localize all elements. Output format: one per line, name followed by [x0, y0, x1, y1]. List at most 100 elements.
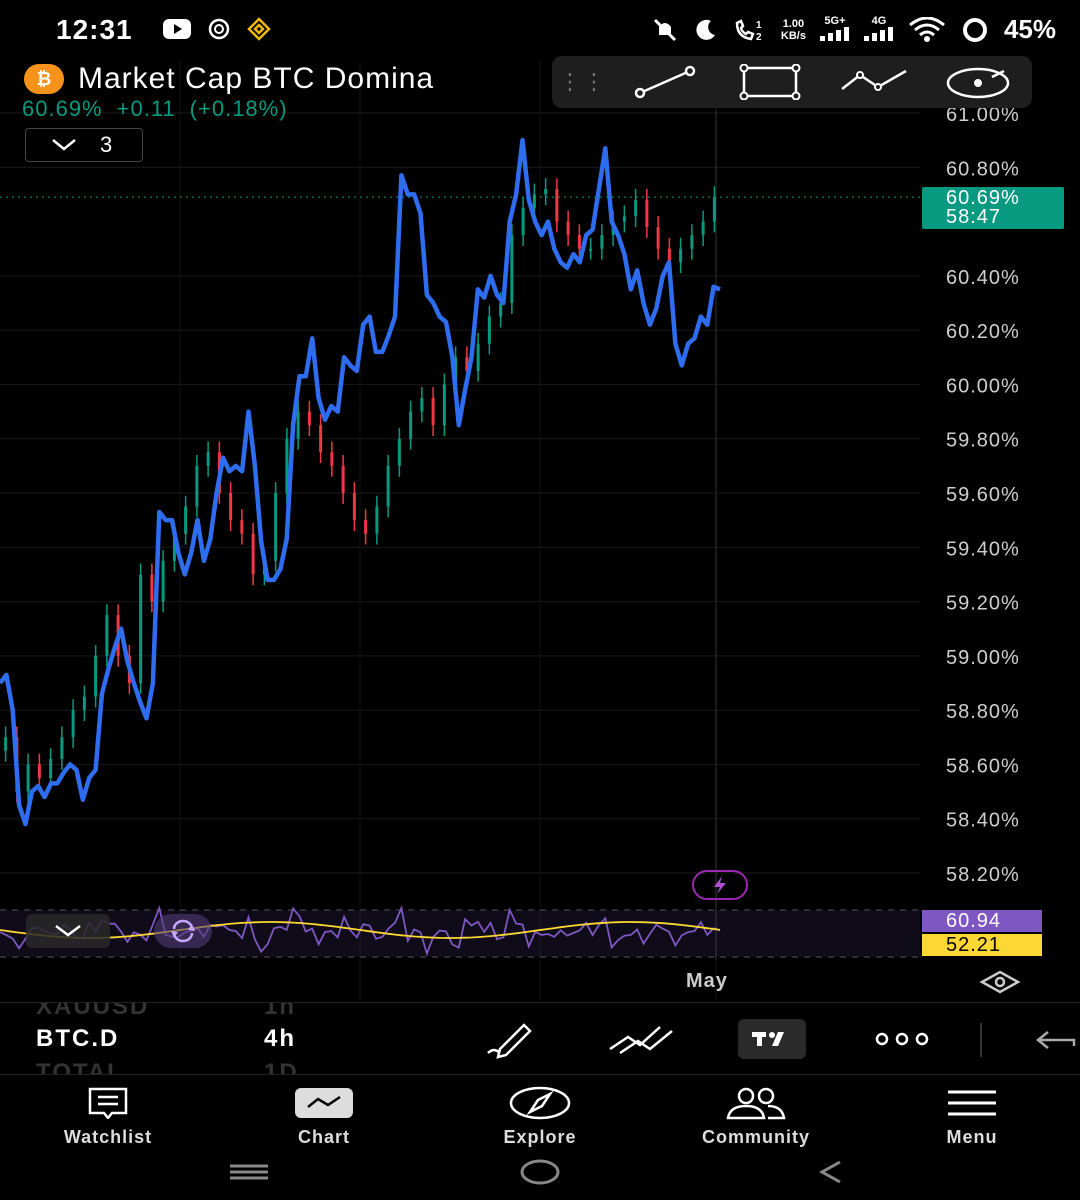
- candle-body: [330, 452, 334, 466]
- price-axis-label: 60.80%: [946, 158, 1020, 180]
- candle-body: [150, 574, 154, 602]
- nav-menu[interactable]: Menu: [864, 1075, 1080, 1154]
- indicators-collapse-button[interactable]: 3: [25, 128, 143, 162]
- candle-body: [442, 384, 446, 426]
- price-axis-label: 58.60%: [946, 755, 1020, 777]
- candle-body: [240, 520, 244, 534]
- price-summary: 60.69% +0.11 (+0.18%): [22, 96, 302, 122]
- lightning-button[interactable]: [692, 870, 748, 900]
- nav-label: Community: [702, 1127, 810, 1147]
- brush-icon[interactable]: [926, 56, 1030, 108]
- more-icon[interactable]: [874, 1019, 930, 1059]
- price-axis-label: 58.20%: [946, 864, 1020, 886]
- candle-body: [589, 248, 593, 251]
- current-symbol[interactable]: BTC.D: [36, 1025, 119, 1053]
- nav-label: Explore: [503, 1127, 577, 1147]
- undo-icon[interactable]: [1034, 1019, 1080, 1059]
- drag-handle-icon[interactable]: ⋮⋮: [552, 69, 614, 95]
- candle-body: [82, 696, 86, 711]
- bar-countdown: 58:47: [946, 206, 1002, 228]
- next-interval[interactable]: 1D: [264, 1059, 299, 1074]
- candle-body: [701, 221, 705, 236]
- rsi-value-tag: 60.94: [922, 910, 1042, 932]
- candle-body: [487, 316, 491, 344]
- candle-body: [577, 235, 581, 249]
- indicators-icon[interactable]: [606, 1019, 676, 1059]
- path-icon[interactable]: [822, 56, 926, 108]
- candle-body: [600, 235, 604, 249]
- last-price-tag: 60.69% 58:47: [922, 187, 1064, 229]
- candle-body: [622, 216, 626, 222]
- sync-button[interactable]: [154, 914, 212, 948]
- candle-body: [555, 189, 559, 222]
- price-axis-label: 58.40%: [946, 810, 1020, 832]
- candle-body: [397, 438, 401, 466]
- bookmark-icon: [88, 1087, 128, 1119]
- home-icon[interactable]: [520, 1159, 560, 1185]
- candle-body: [206, 452, 210, 466]
- price-chart[interactable]: 61.00%60.80%60.40%60.20%60.00%59.80%59.6…: [0, 0, 1080, 1000]
- nav-explore[interactable]: Explore: [432, 1075, 648, 1154]
- candle-body: [49, 759, 53, 778]
- symbol-header[interactable]: ₿ Market Cap BTC Domina: [24, 62, 434, 96]
- candle-body: [184, 506, 188, 534]
- candle-body: [499, 303, 503, 317]
- price-axis-label: 59.40%: [946, 538, 1020, 560]
- trend-line-icon[interactable]: [614, 56, 718, 108]
- candle-body: [296, 411, 300, 439]
- back-icon[interactable]: [818, 1160, 841, 1184]
- candle-body: [532, 194, 536, 208]
- next-symbol[interactable]: TOTAL: [36, 1059, 124, 1074]
- current-interval[interactable]: 4h: [264, 1025, 296, 1053]
- candle-body: [307, 411, 311, 426]
- candle-body: [712, 197, 716, 222]
- indicator-chips: [26, 914, 212, 948]
- candle-body: [679, 248, 683, 263]
- candle-body: [566, 221, 570, 236]
- candle-body: [420, 398, 424, 412]
- candle-body: [375, 506, 379, 534]
- candle-body: [60, 737, 64, 759]
- nav-label: Menu: [946, 1127, 998, 1147]
- candle-body: [521, 208, 525, 236]
- price-change-percent: (+0.18%): [189, 96, 288, 121]
- prev-symbol[interactable]: XAUUSD: [36, 1003, 149, 1021]
- nav-community[interactable]: Community: [648, 1075, 864, 1154]
- last-price: 60.69%: [22, 96, 103, 121]
- nav-watchlist[interactable]: Watchlist: [0, 1075, 216, 1154]
- candle-body: [139, 574, 143, 683]
- price-axis-label: 60.40%: [946, 267, 1020, 289]
- collapse-panel-button[interactable]: [26, 914, 110, 948]
- collapsed-count: 3: [100, 132, 113, 157]
- price-axis-label: 60.00%: [946, 375, 1020, 397]
- candle-body: [634, 199, 638, 217]
- bitcoin-icon: ₿: [24, 64, 64, 94]
- strip-divider: [980, 1023, 982, 1057]
- symbol-switcher[interactable]: XAUUSD 1h BTC.D 4h TOTAL 1D: [0, 1002, 1080, 1074]
- rectangle-icon[interactable]: [718, 56, 822, 108]
- sync-icon: [171, 919, 195, 943]
- recents-icon[interactable]: [230, 1164, 268, 1180]
- price-change: +0.11: [116, 96, 176, 121]
- tradingview-icon[interactable]: [738, 1019, 806, 1059]
- android-nav: [230, 1159, 841, 1185]
- candle-body: [274, 493, 278, 561]
- prev-interval[interactable]: 1h: [264, 1003, 296, 1021]
- price-axis-label: 59.00%: [946, 647, 1020, 669]
- candle-body: [645, 199, 649, 227]
- rsi-ma-value-tag: 52.21: [922, 934, 1042, 956]
- pencil-icon[interactable]: [484, 1019, 540, 1059]
- price-axis-label: 59.80%: [946, 430, 1020, 452]
- candle-body: [37, 764, 41, 778]
- nav-chart[interactable]: Chart: [216, 1075, 432, 1154]
- candle-body: [94, 655, 98, 697]
- price-axis-label: 59.60%: [946, 484, 1020, 506]
- chart-icon: [295, 1088, 353, 1118]
- symbol-title[interactable]: Market Cap BTC Domina: [78, 62, 434, 96]
- candle-body: [409, 411, 413, 439]
- drawing-toolbar: ⋮⋮: [552, 56, 1032, 108]
- candle-body: [690, 235, 694, 249]
- candle-body: [71, 710, 75, 738]
- candle-body: [431, 398, 435, 426]
- eye-icon[interactable]: [978, 970, 1022, 994]
